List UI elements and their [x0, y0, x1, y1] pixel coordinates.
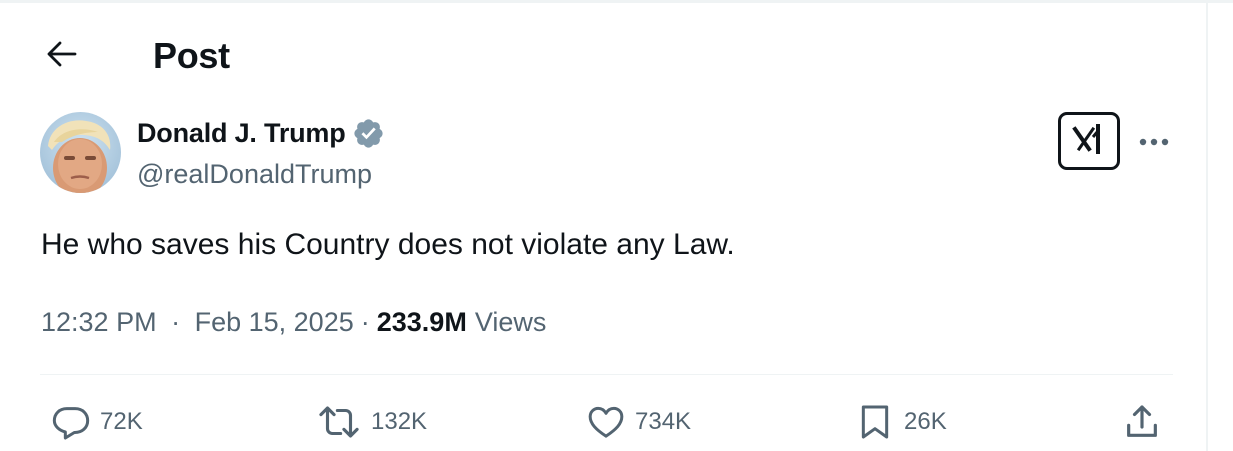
views-link[interactable]: 233.9M Views [377, 305, 547, 339]
top-border [0, 0, 1233, 3]
back-button[interactable] [40, 36, 84, 76]
post-meta: 12:32 PM · Feb 15, 2025 · 233.9M Views [41, 305, 546, 339]
avatar[interactable] [40, 112, 121, 193]
repost-count: 132K [371, 408, 428, 435]
share-icon [1122, 402, 1162, 442]
grok-icon [1072, 123, 1106, 160]
repost-button[interactable]: 132K [316, 400, 427, 444]
bookmark-count: 26K [904, 408, 947, 435]
divider [40, 374, 1173, 375]
post-time: 12:32 PM [41, 307, 157, 337]
author-name[interactable]: Donald J. Trump [137, 115, 346, 151]
bookmark-button[interactable]: 26K [855, 400, 947, 444]
bookmark-icon [855, 402, 895, 442]
views-label: Views [474, 307, 547, 337]
meta-separator: · [171, 307, 181, 337]
post-date: Feb 15, 2025 [194, 307, 354, 337]
post-time-link[interactable]: 12:32 PM · Feb 15, 2025 [41, 305, 354, 339]
arrow-left-icon [47, 41, 77, 72]
author-handle[interactable]: @realDonaldTrump [137, 157, 372, 191]
verified-badge-icon[interactable] [352, 117, 385, 150]
like-button[interactable]: 734K [586, 400, 691, 444]
post-text: He who saves his Country does not violat… [41, 228, 735, 261]
meta-separator: · [360, 307, 370, 337]
grok-button[interactable] [1058, 112, 1120, 170]
views-count: 233.9M [376, 307, 467, 337]
more-options-button[interactable] [1136, 124, 1172, 160]
page-header: Post [0, 30, 1200, 82]
more-icon [1139, 133, 1169, 151]
repost-icon [316, 402, 362, 442]
heart-icon [586, 402, 626, 442]
like-count: 734K [635, 408, 692, 435]
column-border [1206, 0, 1208, 451]
reply-button[interactable]: 72K [51, 400, 143, 444]
page-title: Post [153, 35, 230, 76]
reply-count: 72K [100, 408, 143, 435]
reply-icon [51, 402, 91, 442]
author-name-row: Donald J. Trump [137, 115, 385, 151]
share-button[interactable] [1122, 400, 1162, 444]
